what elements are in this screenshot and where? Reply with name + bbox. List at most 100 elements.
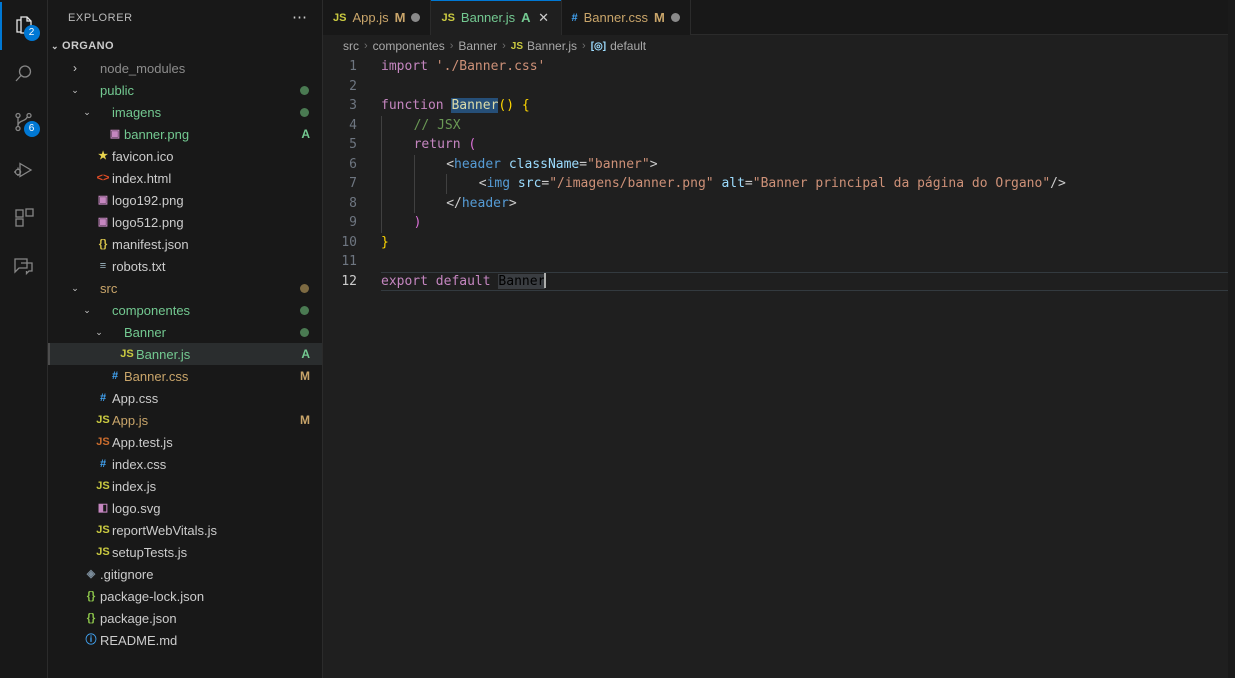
tree-root-organo[interactable]: ⌄ ORGANO [48,35,322,57]
breadcrumb-item-banner[interactable]: Banner [458,39,497,53]
tree-item-componentes[interactable]: ⌄ componentes [48,299,322,321]
html-icon: <> [96,171,110,184]
code-line[interactable]: 10} [323,233,1235,253]
tree-item-robots-txt[interactable]: ≡ robots.txt [48,255,322,277]
tab-label: Banner.css [583,10,648,25]
tree-item-label: index.html [112,170,172,186]
tree-item-banner-png[interactable]: ▣ banner.png A [48,123,322,145]
tree-item-logo-svg[interactable]: ◧ logo.svg [48,497,322,519]
tree-item-label: logo512.png [112,214,184,230]
tree-item-label: Banner.css [124,368,189,384]
file-type-icon: JS [96,413,110,426]
tree-item-app-css[interactable]: # App.css [48,387,322,409]
tree-item-logo512-png[interactable]: ▣ logo512.png [48,211,322,233]
extensions-icon [14,208,34,227]
source-control-badge: 6 [23,121,40,137]
code-line[interactable]: 8 </header> [323,193,1235,213]
code-line-text: export default Banner [381,271,547,289]
chevron-down-icon: ⌄ [95,327,103,337]
code-line[interactable]: 12 export default Banner [323,271,1235,291]
git-icon: ◈ [86,567,96,580]
tree-item-favicon-ico[interactable]: ★ favicon.ico [48,145,322,167]
close-icon[interactable]: ✕ [537,10,551,26]
code-line[interactable]: 7 <img src="/imagens/banner.png" alt="Ban… [323,174,1235,194]
tree-item-index-css[interactable]: # index.css [48,453,322,475]
breadcrumb-item-src[interactable]: src [343,39,359,53]
git-change-dot [300,327,309,337]
search-icon [15,65,31,82]
tab-app-js[interactable]: JS App.js M [323,0,432,35]
tree-item-package-json[interactable]: {} package.json [48,607,322,629]
git-status-badge: A [301,347,310,361]
info-icon: ⓘ [85,633,97,646]
tab-banner-js[interactable]: JS Banner.js A ✕ [431,0,562,35]
tree-item-label: setupTests.js [112,544,188,560]
tree-item-reportwebvitals-js[interactable]: JS reportWebVitals.js [48,519,322,541]
file-type-icon: JS [96,523,110,536]
more-actions-icon[interactable]: ⋯ [286,10,314,25]
tree-item-label: logo.svg [112,500,161,516]
tree-item-public[interactable]: ⌄ public [48,79,322,101]
code-line[interactable]: 4 // JSX [323,115,1235,135]
file-type-icon: JS [96,479,110,492]
breadcrumb-item-componentes[interactable]: componentes [373,39,445,53]
breadcrumb-separator-icon: › [502,40,506,52]
tree-item-index-html[interactable]: <> index.html [48,167,322,189]
tree-item-node-modules[interactable]: › node_modules [48,57,322,79]
tree-item-banner-css[interactable]: # Banner.css M [48,365,322,387]
tree-item-index-js[interactable]: JS index.js [48,475,322,497]
tree-item-src[interactable]: ⌄ src [48,277,322,299]
code-line[interactable]: 1 import './Banner.css' [323,57,1235,77]
activity-item-search[interactable] [0,50,48,98]
overview-ruler[interactable] [1228,0,1235,678]
tree-item-readme-md[interactable]: ⓘ README.md [48,629,322,651]
tree-item-label: reportWebVitals.js [112,522,218,538]
code-line[interactable]: 6 <header className="banner"> [323,154,1235,174]
chevron-down-icon: ⌄ [71,283,79,293]
tree-root-label: ORGANO [62,40,114,52]
activity-item-source-control[interactable]: 6 [0,98,48,146]
line-number: 3 [349,98,357,113]
json-icon: {} [86,589,96,602]
tree-item-manifest-json[interactable]: {} manifest.json [48,233,322,255]
tree-item-app-test-js[interactable]: JS App.test.js [48,431,322,453]
activity-item-extensions[interactable] [0,194,48,242]
tree-item-logo192-png[interactable]: ▣ logo192.png [48,189,322,211]
code-line-text: return ( [381,135,1235,155]
tree-item-label: README.md [100,632,178,648]
tree-item--gitignore[interactable]: ◈ .gitignore [48,563,322,585]
json-icon: {} [98,237,108,250]
breadcrumb-item-banner-js[interactable]: JS Banner.js [511,39,577,53]
code-editor[interactable]: 1 import './Banner.css' 2 3 function Banner(… [323,57,1235,678]
tree-item-label: Banner.js [136,346,191,362]
unsaved-dot-icon[interactable] [411,13,421,22]
code-line[interactable]: 2 [323,77,1235,97]
breadcrumb-item-default[interactable]: [◎] default [591,39,646,53]
activity-item-explorer[interactable]: 2 [0,2,48,50]
unsaved-dot-icon[interactable] [670,13,680,22]
editor-tabbar: JS App.js M JS Banner.js A ✕ # Banner.css M [323,0,1235,35]
tree-item-app-js[interactable]: JS App.js M [48,409,322,431]
line-number: 7 [349,176,357,191]
code-line-text: ) [381,213,1235,233]
tree-item-package-lock-json[interactable]: {} package-lock.json [48,585,322,607]
breadcrumb-separator-icon: › [449,40,454,52]
git-change-dot [300,107,309,117]
tree-item-banner[interactable]: ⌄ Banner [48,321,322,343]
code-line[interactable]: 3 function Banner() { [323,96,1235,116]
code-line[interactable]: 11 [323,252,1235,272]
activity-item-run-and-debug[interactable] [0,146,48,194]
code-line-text: import './Banner.css' [381,59,546,74]
code-line[interactable]: 5 return ( [323,135,1235,155]
tree-item-imagens[interactable]: ⌄ imagens [48,101,322,123]
activity-item-chat[interactable] [0,242,48,290]
breadcrumb-separator-icon: › [364,40,368,52]
code-line[interactable]: 9) [323,213,1235,233]
tab-banner-css[interactable]: # Banner.css M [561,0,691,35]
tree-item-label: .gitignore [100,566,154,582]
explorer-badge: 2 [23,25,40,41]
image-icon: ▣ [97,193,109,206]
tree-item-banner-js[interactable]: JS Banner.js A [48,343,322,365]
tree-item-label: App.test.js [112,434,173,450]
tree-item-setuptests-js[interactable]: JS setupTests.js [48,541,322,563]
